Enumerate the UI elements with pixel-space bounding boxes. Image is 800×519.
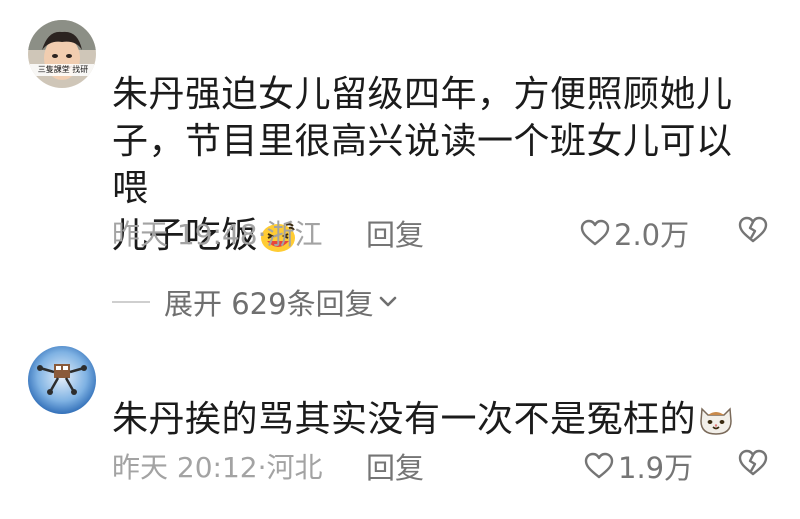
avatar-image (28, 20, 96, 88)
heart-outline-icon (584, 452, 614, 479)
like-count: 1.9万 (618, 451, 694, 485)
heart-outline-icon (580, 219, 610, 246)
reply-button[interactable]: 回复 (366, 445, 424, 487)
comment-meta: 昨天 19:48·浙江 (112, 218, 323, 251)
expand-replies-label: 展开 629条回复 (164, 287, 374, 321)
avatar[interactable] (28, 346, 96, 414)
comment-line-last: 朱丹挨的骂其实没有一次不是冤枉的 (112, 396, 762, 449)
dislike-button[interactable] (738, 216, 768, 248)
avatar-caption: 三隻課堂 找研 (37, 65, 89, 74)
reply-button[interactable]: 回复 (366, 212, 424, 254)
dislike-button[interactable] (738, 449, 768, 481)
avatar-image (28, 346, 96, 414)
comment-text: 朱丹挨的骂其实没有一次不是冤枉的 (112, 396, 762, 449)
broken-heart-icon (738, 449, 768, 476)
comment-meta: 昨天 20:12·河北 (112, 451, 323, 484)
like-button[interactable]: 1.9万 (584, 445, 693, 487)
broken-heart-icon (738, 216, 768, 243)
cat-face-emoji (698, 402, 734, 449)
chevron-down-icon (379, 296, 396, 307)
expand-replies-button[interactable]: 展开 629条回复 (112, 282, 398, 322)
expand-divider (112, 301, 150, 303)
comment-line: 子，节目里很高兴说读一个班女儿可以喂 (112, 121, 733, 209)
avatar[interactable]: 三隻課堂 找研 (28, 20, 96, 88)
comment-line: 朱丹强迫女儿留级四年，方便照顾她儿 (112, 74, 733, 115)
like-button[interactable]: 2.0万 (580, 212, 689, 254)
like-count: 2.0万 (614, 218, 690, 252)
